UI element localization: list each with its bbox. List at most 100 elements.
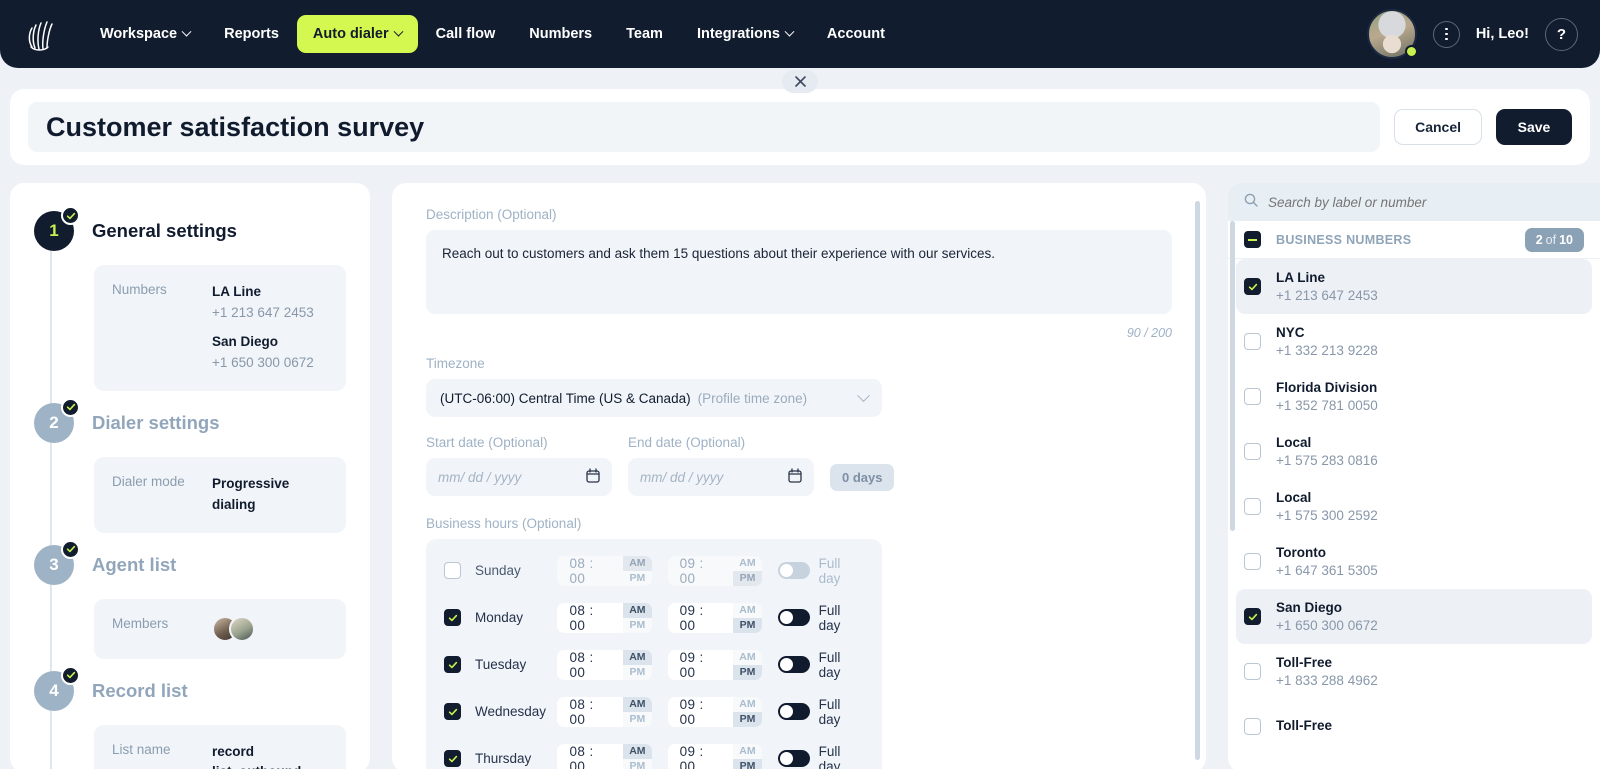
- start-pm-option[interactable]: PM: [623, 618, 651, 633]
- number-checkbox[interactable]: [1244, 718, 1261, 735]
- member-avatars[interactable]: [212, 616, 255, 642]
- nav-item-auto-dialer[interactable]: Auto dialer: [297, 15, 418, 53]
- nav-item-workspace[interactable]: Workspace: [84, 15, 206, 53]
- end-meridiem-toggle[interactable]: AMPM: [733, 697, 761, 727]
- start-date-input[interactable]: mm/ dd / yyyy: [426, 458, 612, 496]
- nav-item-reports[interactable]: Reports: [208, 15, 295, 53]
- end-pm-option[interactable]: PM: [733, 665, 761, 680]
- end-pm-option[interactable]: PM: [733, 712, 761, 727]
- number-list-item[interactable]: NYC+1 332 213 9228: [1236, 314, 1592, 369]
- step-3[interactable]: 3Agent listMembers: [34, 543, 346, 659]
- start-meridiem-toggle[interactable]: AMPM: [623, 603, 651, 633]
- number-list-item[interactable]: Florida Division+1 352 781 0050: [1236, 369, 1592, 424]
- start-time-value[interactable]: 08 : 00: [557, 650, 623, 680]
- full-day-toggle[interactable]: [778, 703, 810, 720]
- full-day-toggle[interactable]: [778, 609, 810, 626]
- end-pm-option[interactable]: PM: [733, 759, 761, 769]
- day-checkbox[interactable]: [444, 656, 461, 673]
- full-day-toggle[interactable]: [778, 750, 810, 767]
- start-pm-option[interactable]: PM: [623, 759, 651, 769]
- start-am-option[interactable]: AM: [623, 697, 651, 712]
- day-checkbox[interactable]: [444, 562, 461, 579]
- start-meridiem-toggle[interactable]: AMPM: [623, 697, 651, 727]
- start-am-option[interactable]: AM: [623, 744, 651, 759]
- numbers-scrollbar[interactable]: [1230, 221, 1235, 531]
- start-meridiem-toggle[interactable]: AMPM: [623, 744, 651, 769]
- nav-item-numbers[interactable]: Numbers: [513, 15, 608, 53]
- center-scrollbar[interactable]: [1195, 201, 1200, 760]
- end-pm-option[interactable]: PM: [733, 571, 761, 586]
- calendar-icon[interactable]: [586, 468, 600, 486]
- search-input[interactable]: [1268, 195, 1584, 210]
- day-checkbox[interactable]: [444, 609, 461, 626]
- description-input[interactable]: [426, 230, 1172, 314]
- end-meridiem-toggle[interactable]: AMPM: [733, 650, 761, 680]
- end-date-input[interactable]: mm/ dd / yyyy: [628, 458, 814, 496]
- start-time-value[interactable]: 08 : 00: [557, 744, 623, 769]
- number-list-item[interactable]: Toll-Free: [1236, 699, 1592, 754]
- nav-item-integrations[interactable]: Integrations: [681, 15, 809, 53]
- end-time-value[interactable]: 09 : 00: [668, 744, 734, 769]
- business-hours-row: Thursday08 : 00AMPM09 : 00AMPMFull day: [444, 735, 864, 769]
- end-am-option[interactable]: AM: [733, 603, 761, 618]
- number-list-item[interactable]: LA Line+1 213 647 2453: [1236, 259, 1592, 314]
- day-checkbox[interactable]: [444, 703, 461, 720]
- start-pm-option[interactable]: PM: [623, 665, 651, 680]
- start-am-option[interactable]: AM: [623, 556, 651, 571]
- number-checkbox[interactable]: [1244, 278, 1261, 295]
- start-time-value[interactable]: 08 : 00: [557, 697, 623, 727]
- end-am-option[interactable]: AM: [733, 650, 761, 665]
- full-day-toggle[interactable]: [778, 656, 810, 673]
- avatar[interactable]: [1367, 9, 1417, 59]
- close-icon[interactable]: [782, 70, 818, 93]
- step-1[interactable]: 1General settingsNumbersLA Line+1 213 64…: [34, 209, 346, 391]
- number-list-item[interactable]: Toronto+1 647 361 5305: [1236, 534, 1592, 589]
- select-all-checkbox[interactable]: [1244, 231, 1261, 248]
- step-4[interactable]: 4Record listList namerecord list_outboun…: [34, 669, 346, 769]
- nav-item-account[interactable]: Account: [811, 15, 901, 53]
- start-time-value[interactable]: 08 : 00: [557, 603, 623, 633]
- end-am-option[interactable]: AM: [733, 697, 761, 712]
- end-time-value[interactable]: 09 : 00: [668, 556, 734, 586]
- nav-item-team[interactable]: Team: [610, 15, 679, 53]
- nav-item-call-flow[interactable]: Call flow: [420, 15, 512, 53]
- number-checkbox[interactable]: [1244, 608, 1261, 625]
- number-list-item[interactable]: Local+1 575 283 0816: [1236, 424, 1592, 479]
- start-pm-option[interactable]: PM: [623, 571, 651, 586]
- start-meridiem-toggle[interactable]: AMPM: [623, 556, 651, 586]
- campaign-name-input[interactable]: [28, 102, 1380, 152]
- start-meridiem-toggle[interactable]: AMPM: [623, 650, 651, 680]
- number-checkbox[interactable]: [1244, 443, 1261, 460]
- end-time-value[interactable]: 09 : 00: [668, 697, 734, 727]
- end-meridiem-toggle[interactable]: AMPM: [733, 556, 761, 586]
- number-checkbox[interactable]: [1244, 553, 1261, 570]
- calendar-icon[interactable]: [788, 468, 802, 486]
- start-am-option[interactable]: AM: [623, 603, 651, 618]
- day-checkbox[interactable]: [444, 750, 461, 767]
- help-icon[interactable]: ?: [1545, 18, 1578, 51]
- start-time-value[interactable]: 08 : 00: [557, 556, 623, 586]
- number-list-item[interactable]: Local+1 575 300 2592: [1236, 479, 1592, 534]
- end-meridiem-toggle[interactable]: AMPM: [733, 603, 761, 633]
- end-time-value[interactable]: 09 : 00: [668, 650, 734, 680]
- start-pm-option[interactable]: PM: [623, 712, 651, 727]
- number-checkbox[interactable]: [1244, 663, 1261, 680]
- number-checkbox[interactable]: [1244, 388, 1261, 405]
- number-checkbox[interactable]: [1244, 498, 1261, 515]
- start-am-option[interactable]: AM: [623, 650, 651, 665]
- cancel-button[interactable]: Cancel: [1394, 109, 1482, 145]
- end-am-option[interactable]: AM: [733, 556, 761, 571]
- save-button[interactable]: Save: [1496, 109, 1572, 145]
- hand-logo-icon[interactable]: [26, 17, 56, 51]
- end-am-option[interactable]: AM: [733, 744, 761, 759]
- step-2[interactable]: 2Dialer settingsDialer modeProgressive d…: [34, 401, 346, 533]
- number-list-item[interactable]: San Diego+1 650 300 0672: [1236, 589, 1592, 644]
- number-list-item[interactable]: Toll-Free+1 833 288 4962: [1236, 644, 1592, 699]
- end-pm-option[interactable]: PM: [733, 618, 761, 633]
- end-time-value[interactable]: 09 : 00: [668, 603, 734, 633]
- number-checkbox[interactable]: [1244, 333, 1261, 350]
- timezone-select[interactable]: (UTC-06:00) Central Time (US & Canada) (…: [426, 379, 882, 417]
- full-day-toggle[interactable]: [778, 562, 810, 579]
- end-meridiem-toggle[interactable]: AMPM: [733, 744, 761, 769]
- more-options-icon[interactable]: [1433, 21, 1460, 48]
